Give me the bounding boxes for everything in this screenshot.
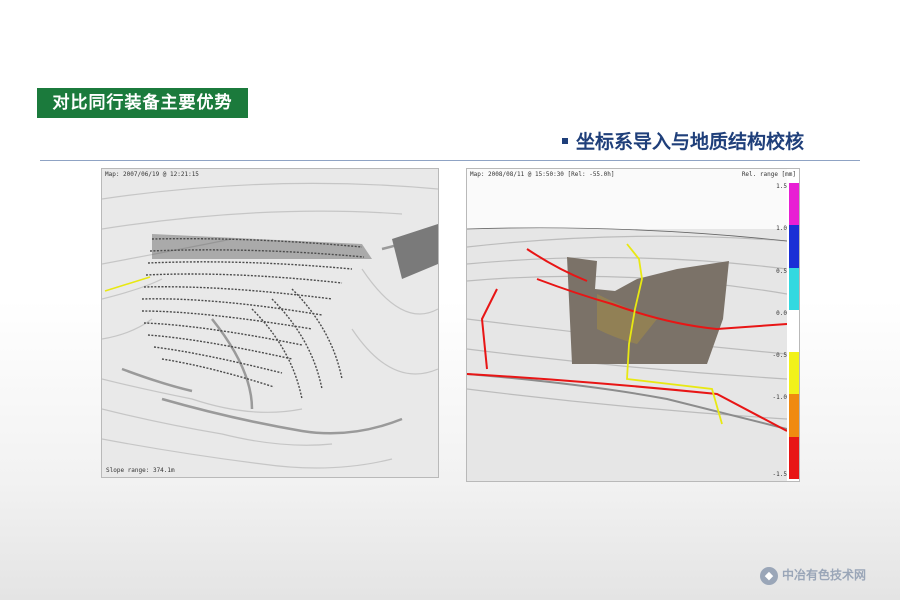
left-panel-caption: Map: 2007/06/19 @ 12:21:15 [105,171,199,178]
deformation-color-scale: 1.5 1.0 0.5 0.0 -0.5 -1.0 -1.5 [773,183,799,479]
scale-label: 1.0 [776,225,787,233]
scale-segment [789,309,799,353]
section-subtitle: 坐标系导入与地质结构校核 [562,128,804,156]
scale-segment [789,436,799,479]
right-slope-deformation-image: Map: 2008/08/11 @ 15:50:30 [Rel: -55.0h]… [466,168,800,482]
right-panel-caption: Map: 2008/08/11 @ 15:50:30 [Rel: -55.0h] [470,171,615,178]
scale-label: 0.5 [776,267,787,275]
header-divider [40,160,860,161]
left-panel-footer: Slope range: 374.1m [106,467,175,474]
bullet-icon [562,137,568,144]
scale-segment [789,183,799,226]
watermark-text: 中冶有色技术网 [782,568,867,582]
scale-label: 1.5 [776,183,787,190]
scale-title: Rel. range [mm] [741,171,796,178]
left-terrain-render [102,169,438,477]
scale-label: 0.0 [776,309,787,317]
left-slope-scan-image: Map: 2007/06/19 @ 12:21:15 Slope range: … [101,168,439,478]
subtitle-text: 坐标系导入与地质结构校核 [576,131,805,153]
scale-segment [789,394,799,437]
scale-label: -1.5 [772,471,787,478]
right-terrain-render [467,169,787,481]
scale-segment [789,352,799,395]
brand-logo-icon: ◆ [760,566,778,585]
scale-segment [789,225,799,268]
watermark: ◆ 中冶有色技术网 [760,566,866,585]
page-title: 对比同行装备主要优势 [37,88,248,118]
scale-label: -1.0 [772,394,787,402]
scale-segment [789,267,799,310]
scale-label: -0.5 [772,352,787,360]
